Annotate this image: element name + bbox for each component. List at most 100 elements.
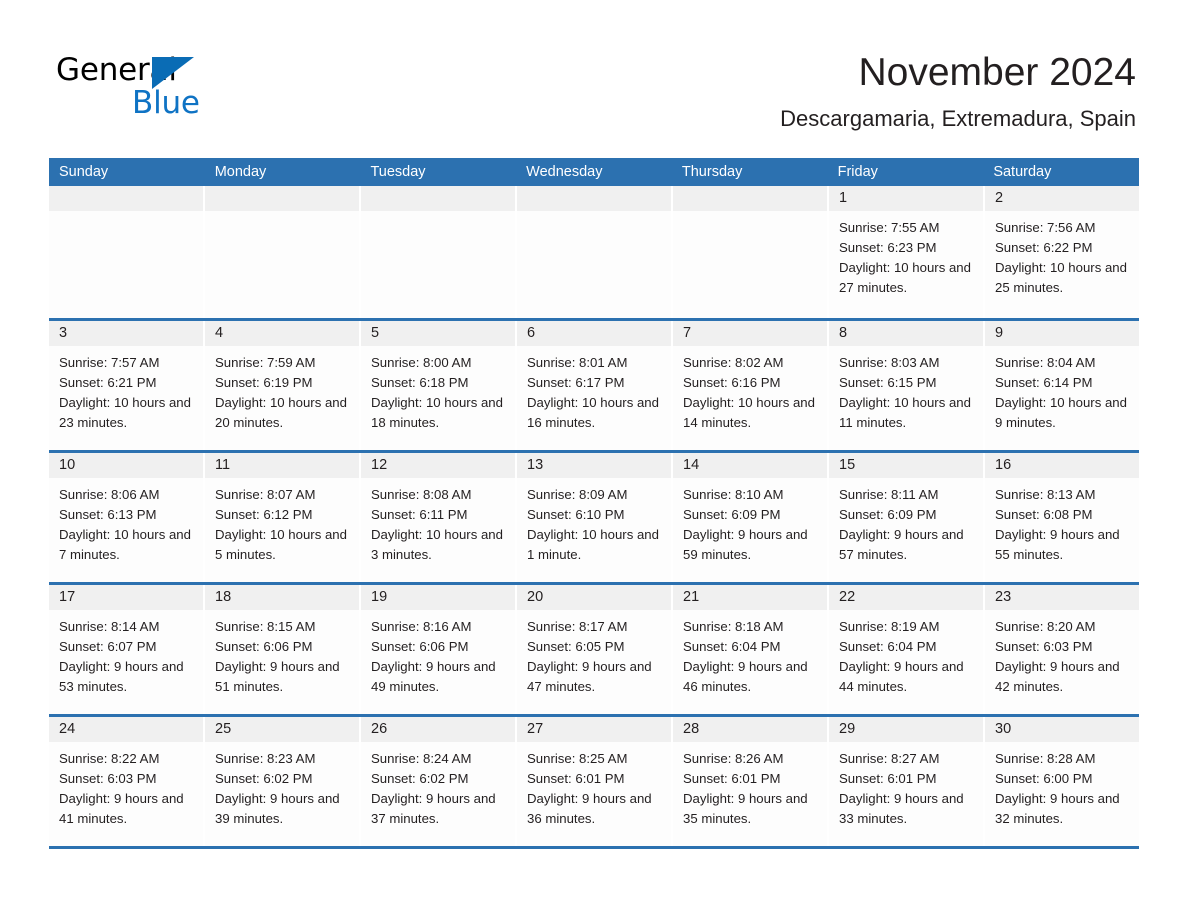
calendar-day-cell[interactable]: 26 Sunrise: 8:24 AM Sunset: 6:02 PM Dayligh… [361,717,517,846]
calendar-day-cell[interactable]: 19 Sunrise: 8:16 AM Sunset: 6:06 PM Dayligh… [361,585,517,714]
title-block: November 2024 Descargamaria, Extremadura… [780,50,1136,132]
sunset-text: Sunset: 6:09 PM [683,507,781,522]
day-number: 17 [59,589,76,605]
sunset-text: Sunset: 6:01 PM [839,771,937,786]
day-number: 27 [527,721,544,737]
calendar-day-cell[interactable]: 10 Sunrise: 8:06 AM Sunset: 6:13 PM Dayligh… [49,453,205,582]
sunset-text: Sunset: 6:16 PM [683,375,781,390]
calendar-day-cell[interactable]: 1 Sunrise: 7:55 AM Sunset: 6:23 PM Daylight… [829,186,985,318]
weekday-header-tuesday: Tuesday [370,164,426,180]
daylight-text: Daylight: 10 hours and 5 minutes. [215,527,347,562]
calendar-day-cell[interactable]: 28 Sunrise: 8:26 AM Sunset: 6:01 PM Dayligh… [673,717,829,846]
calendar-day-cell[interactable]: 22 Sunrise: 8:19 AM Sunset: 6:04 PM Dayligh… [829,585,985,714]
weekday-header-friday: Friday [837,164,878,180]
day-number: 15 [839,457,856,473]
page-header: General Blue November 2024 Descargamaria… [0,0,1188,152]
daylight-text: Daylight: 9 hours and 55 minutes. [995,527,1120,562]
day-number-band: 17 [49,585,203,610]
calendar-day-cell[interactable]: 4 Sunrise: 7:59 AM Sunset: 6:19 PM Daylight… [205,321,361,450]
calendar-day-cell[interactable]: 25 Sunrise: 8:23 AM Sunset: 6:02 PM Dayligh… [205,717,361,846]
sunrise-text: Sunrise: 8:27 AM [839,751,940,766]
day-details: Sunrise: 8:07 AM Sunset: 6:12 PM Daylight:… [205,478,359,565]
calendar-day-cell[interactable]: 7 Sunrise: 8:02 AM Sunset: 6:16 PM Daylight… [673,321,829,450]
calendar-day-cell[interactable]: 24 Sunrise: 8:22 AM Sunset: 6:03 PM Dayligh… [49,717,205,846]
sunset-text: Sunset: 6:14 PM [995,375,1093,390]
day-number: 3 [59,325,68,341]
weekday-header-thursday: Thursday [681,164,743,180]
day-number-band: 12 [361,453,515,478]
sunset-text: Sunset: 6:19 PM [215,375,313,390]
sunrise-text: Sunrise: 7:56 AM [995,220,1096,235]
calendar-week-row: 24 Sunrise: 8:22 AM Sunset: 6:03 PM Dayligh… [49,714,1139,846]
calendar-day-cell[interactable]: 15 Sunrise: 8:11 AM Sunset: 6:09 PM Dayligh… [829,453,985,582]
day-number: 24 [59,721,76,737]
calendar-day-cell[interactable]: 29 Sunrise: 8:27 AM Sunset: 6:01 PM Dayligh… [829,717,985,846]
sunrise-text: Sunrise: 8:01 AM [527,355,628,370]
calendar-day-cell[interactable]: 3 Sunrise: 7:57 AM Sunset: 6:21 PM Daylight… [49,321,205,450]
daylight-text: Daylight: 10 hours and 7 minutes. [59,527,191,562]
day-number-band: 10 [49,453,203,478]
day-number-band: 13 [517,453,671,478]
day-number: 19 [371,589,388,605]
day-number-band: 25 [205,717,359,742]
calendar-day-cell[interactable]: 14 Sunrise: 8:10 AM Sunset: 6:09 PM Dayligh… [673,453,829,582]
sunrise-text: Sunrise: 7:57 AM [59,355,160,370]
calendar-day-cell[interactable]: 8 Sunrise: 8:03 AM Sunset: 6:15 PM Daylight… [829,321,985,450]
sunrise-text: Sunrise: 8:15 AM [215,619,316,634]
calendar-day-cell[interactable]: 2 Sunrise: 7:56 AM Sunset: 6:22 PM Daylight… [985,186,1139,318]
day-details: Sunrise: 8:19 AM Sunset: 6:04 PM Daylight:… [829,610,983,697]
sunrise-text: Sunrise: 8:16 AM [371,619,472,634]
day-number-band: 23 [985,585,1139,610]
day-number: 10 [59,457,76,473]
day-number-band: 24 [49,717,203,742]
calendar-day-cell[interactable]: 12 Sunrise: 8:08 AM Sunset: 6:11 PM Dayligh… [361,453,517,582]
calendar-day-cell[interactable]: 23 Sunrise: 8:20 AM Sunset: 6:03 PM Dayligh… [985,585,1139,714]
day-number: 13 [527,457,544,473]
sunrise-text: Sunrise: 8:19 AM [839,619,940,634]
day-details: Sunrise: 8:09 AM Sunset: 6:10 PM Daylight:… [517,478,671,565]
calendar-empty-cell [361,186,517,318]
sunset-text: Sunset: 6:01 PM [527,771,625,786]
calendar-day-cell[interactable]: 27 Sunrise: 8:25 AM Sunset: 6:01 PM Dayligh… [517,717,673,846]
day-number: 7 [683,325,692,341]
calendar-day-cell[interactable]: 13 Sunrise: 8:09 AM Sunset: 6:10 PM Dayligh… [517,453,673,582]
calendar-day-cell[interactable]: 16 Sunrise: 8:13 AM Sunset: 6:08 PM Dayligh… [985,453,1139,582]
weekday-header-monday: Monday [214,164,267,180]
location-subtitle: Descargamaria, Extremadura, Spain [780,106,1136,131]
sunrise-text: Sunrise: 8:25 AM [527,751,628,766]
day-number-band: 27 [517,717,671,742]
day-details: Sunrise: 7:55 AM Sunset: 6:23 PM Daylight:… [829,211,983,298]
daylight-text: Daylight: 10 hours and 20 minutes. [215,395,347,430]
day-number: 11 [215,457,231,473]
calendar-day-cell[interactable]: 18 Sunrise: 8:15 AM Sunset: 6:06 PM Dayligh… [205,585,361,714]
calendar-table: Sunday Monday Tuesday Wednesday Thursday… [49,158,1139,849]
calendar-day-cell[interactable]: 30 Sunrise: 8:28 AM Sunset: 6:00 PM Dayligh… [985,717,1139,846]
day-details: Sunrise: 8:26 AM Sunset: 6:01 PM Daylight:… [673,742,827,829]
sunrise-text: Sunrise: 8:10 AM [683,487,784,502]
day-number-band: 30 [985,717,1139,742]
calendar-day-cell[interactable]: 11 Sunrise: 8:07 AM Sunset: 6:12 PM Dayligh… [205,453,361,582]
day-number-band: 2 [985,186,1139,211]
calendar-day-cell[interactable]: 21 Sunrise: 8:18 AM Sunset: 6:04 PM Dayligh… [673,585,829,714]
day-number: 22 [839,589,856,605]
calendar-day-cell[interactable]: 5 Sunrise: 8:00 AM Sunset: 6:18 PM Daylight… [361,321,517,450]
daylight-text: Daylight: 9 hours and 35 minutes. [683,791,808,826]
sunset-text: Sunset: 6:09 PM [839,507,937,522]
day-number: 14 [683,457,700,473]
calendar-day-cell[interactable]: 17 Sunrise: 8:14 AM Sunset: 6:07 PM Dayligh… [49,585,205,714]
page-title: November 2024 [858,51,1137,94]
sunrise-text: Sunrise: 8:08 AM [371,487,472,502]
generalblue-logo[interactable]: General Blue [56,52,356,132]
calendar-day-cell[interactable]: 9 Sunrise: 8:04 AM Sunset: 6:14 PM Daylight… [985,321,1139,450]
daylight-text: Daylight: 9 hours and 46 minutes. [683,659,808,694]
daylight-text: Daylight: 9 hours and 49 minutes. [371,659,496,694]
sunrise-text: Sunrise: 8:23 AM [215,751,316,766]
day-details: Sunrise: 7:57 AM Sunset: 6:21 PM Daylight:… [49,346,203,433]
calendar-day-cell[interactable]: 6 Sunrise: 8:01 AM Sunset: 6:17 PM Daylight… [517,321,673,450]
day-number-band: 9 [985,321,1139,346]
day-number-band: 29 [829,717,983,742]
calendar-day-cell[interactable]: 20 Sunrise: 8:17 AM Sunset: 6:05 PM Dayligh… [517,585,673,714]
day-number: 30 [995,721,1012,737]
day-number: 26 [371,721,388,737]
daylight-text: Daylight: 9 hours and 44 minutes. [839,659,964,694]
